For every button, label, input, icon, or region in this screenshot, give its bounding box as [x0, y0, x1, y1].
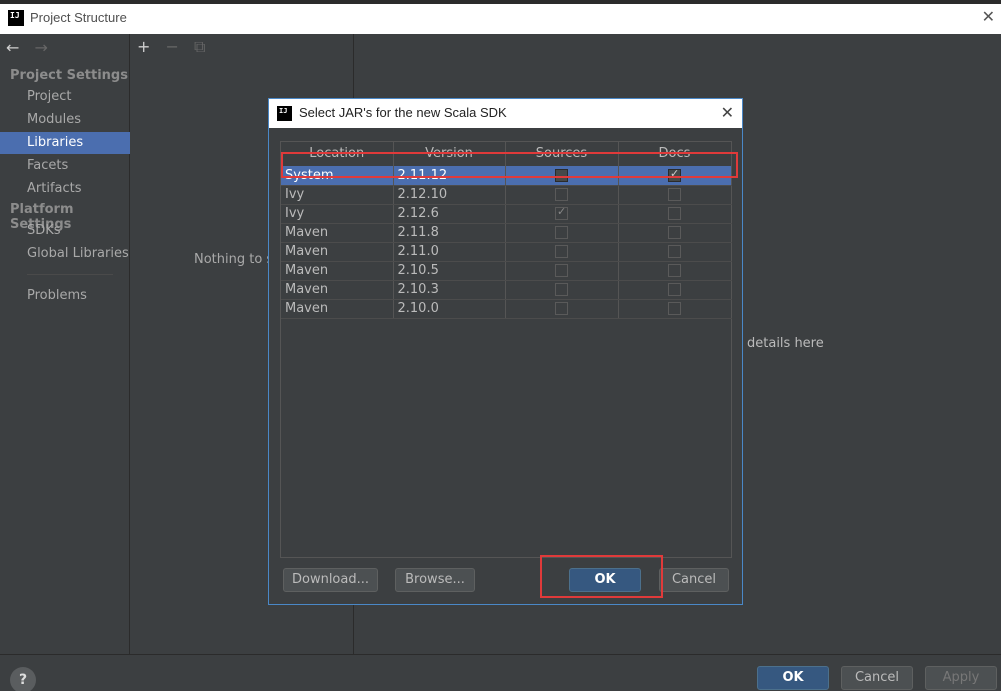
- version-cell: 2.12.10: [393, 185, 506, 205]
- table-row[interactable]: Maven 2.11.0: [281, 242, 732, 262]
- location-cell: Maven: [281, 299, 394, 319]
- sidebar-item-facets[interactable]: Facets: [0, 155, 130, 177]
- jar-table: Location Version Sources Docs System 2.11.12…: [280, 141, 732, 558]
- dialog-close-icon[interactable]: ✕: [721, 103, 734, 122]
- location-cell: Maven: [281, 242, 394, 262]
- select-jars-dialog: IJ Select JAR's for the new Scala SDK ✕ …: [268, 98, 743, 605]
- sources-checkbox[interactable]: [555, 302, 568, 315]
- sidebar-item-artifacts[interactable]: Artifacts: [0, 178, 130, 200]
- docs-cell: [618, 204, 732, 224]
- details-hint: details here: [747, 336, 824, 351]
- library-toolbar: + − ⧉: [137, 37, 215, 57]
- sources-cell: [505, 166, 619, 186]
- docs-cell: [618, 299, 732, 319]
- docs-checkbox[interactable]: [668, 302, 681, 315]
- table-row[interactable]: Maven 2.10.0: [281, 299, 732, 319]
- forward-arrow-icon[interactable]: →: [35, 38, 48, 57]
- sources-cell: [505, 299, 619, 319]
- column-header-sources[interactable]: Sources: [505, 142, 619, 166]
- sources-cell: [505, 261, 619, 281]
- docs-cell: [618, 166, 732, 186]
- window-title: Project Structure: [30, 10, 127, 25]
- version-cell: 2.11.8: [393, 223, 506, 243]
- sidebar: ← → Project Settings Project Modules Libra…: [0, 34, 130, 654]
- location-cell: System: [281, 166, 394, 186]
- sources-checkbox[interactable]: [555, 188, 568, 201]
- table-row[interactable]: Maven 2.10.3: [281, 280, 732, 300]
- table-row[interactable]: Ivy 2.12.10: [281, 185, 732, 205]
- docs-cell: [618, 261, 732, 281]
- sources-cell: [505, 204, 619, 224]
- sidebar-item-project[interactable]: Project: [0, 86, 130, 108]
- sidebar-divider: [27, 274, 113, 275]
- download-button[interactable]: Download...: [283, 568, 378, 592]
- sources-checkbox[interactable]: [555, 168, 568, 182]
- sidebar-item-global-libraries[interactable]: Global Libraries: [0, 243, 130, 265]
- docs-checkbox[interactable]: [668, 188, 681, 201]
- window-close-icon[interactable]: ✕: [982, 7, 995, 26]
- table-row[interactable]: Ivy 2.12.6: [281, 204, 732, 224]
- window-titlebar: IJ Project Structure ✕: [0, 0, 1001, 34]
- ok-button[interactable]: OK: [757, 666, 829, 690]
- version-cell: 2.10.3: [393, 280, 506, 300]
- bottom-bar: ? OK Cancel Apply: [0, 654, 1001, 691]
- apply-button[interactable]: Apply: [925, 666, 997, 690]
- copy-icon[interactable]: ⧉: [194, 37, 205, 56]
- sources-checkbox[interactable]: [555, 264, 568, 277]
- version-cell: 2.11.12: [393, 166, 506, 186]
- sources-cell: [505, 242, 619, 262]
- remove-icon[interactable]: −: [166, 37, 179, 56]
- browse-button[interactable]: Browse...: [395, 568, 475, 592]
- location-cell: Maven: [281, 280, 394, 300]
- docs-checkbox[interactable]: [668, 245, 681, 258]
- nav-arrows: ← →: [6, 38, 58, 57]
- docs-checkbox[interactable]: [668, 226, 681, 239]
- table-row[interactable]: System 2.11.12: [281, 166, 732, 186]
- back-arrow-icon[interactable]: ←: [6, 38, 19, 57]
- version-cell: 2.11.0: [393, 242, 506, 262]
- docs-checkbox[interactable]: [668, 207, 681, 220]
- docs-cell: [618, 185, 732, 205]
- sources-checkbox[interactable]: [555, 226, 568, 239]
- table-row[interactable]: Maven 2.11.8: [281, 223, 732, 243]
- docs-cell: [618, 242, 732, 262]
- dialog-cancel-button[interactable]: Cancel: [659, 568, 729, 592]
- version-cell: 2.10.0: [393, 299, 506, 319]
- version-cell: 2.10.5: [393, 261, 506, 281]
- sidebar-item-sdks[interactable]: SDKs: [0, 220, 130, 242]
- location-cell: Ivy: [281, 185, 394, 205]
- version-cell: 2.12.6: [393, 204, 506, 224]
- sidebar-item-problems[interactable]: Problems: [0, 285, 130, 307]
- docs-cell: [618, 280, 732, 300]
- table-row[interactable]: Maven 2.10.5: [281, 261, 732, 281]
- project-settings-heading: Project Settings: [10, 68, 128, 83]
- dialog-titlebar: IJ Select JAR's for the new Scala SDK ✕: [269, 99, 742, 128]
- sources-cell: [505, 223, 619, 243]
- sources-cell: [505, 185, 619, 205]
- docs-checkbox[interactable]: [668, 167, 681, 182]
- column-header-docs[interactable]: Docs: [618, 142, 732, 166]
- location-cell: Maven: [281, 261, 394, 281]
- intellij-logo-icon: IJ: [8, 10, 24, 26]
- docs-checkbox[interactable]: [668, 264, 681, 277]
- help-icon[interactable]: ?: [10, 667, 36, 691]
- docs-cell: [618, 223, 732, 243]
- dialog-ok-button[interactable]: OK: [569, 568, 641, 592]
- location-cell: Maven: [281, 223, 394, 243]
- sources-checkbox[interactable]: [555, 205, 568, 220]
- sources-checkbox[interactable]: [555, 283, 568, 296]
- dialog-title: Select JAR's for the new Scala SDK: [299, 105, 507, 120]
- column-header-location[interactable]: Location: [281, 142, 394, 166]
- intellij-logo-icon: IJ: [277, 106, 292, 121]
- sources-cell: [505, 280, 619, 300]
- cancel-button[interactable]: Cancel: [841, 666, 913, 690]
- column-header-version[interactable]: Version: [393, 142, 506, 166]
- sidebar-item-libraries[interactable]: Libraries: [0, 132, 130, 154]
- add-icon[interactable]: +: [137, 37, 150, 56]
- docs-checkbox[interactable]: [668, 283, 681, 296]
- empty-list-text: Nothing to s: [194, 252, 274, 267]
- sources-checkbox[interactable]: [555, 245, 568, 258]
- location-cell: Ivy: [281, 204, 394, 224]
- sidebar-item-modules[interactable]: Modules: [0, 109, 130, 131]
